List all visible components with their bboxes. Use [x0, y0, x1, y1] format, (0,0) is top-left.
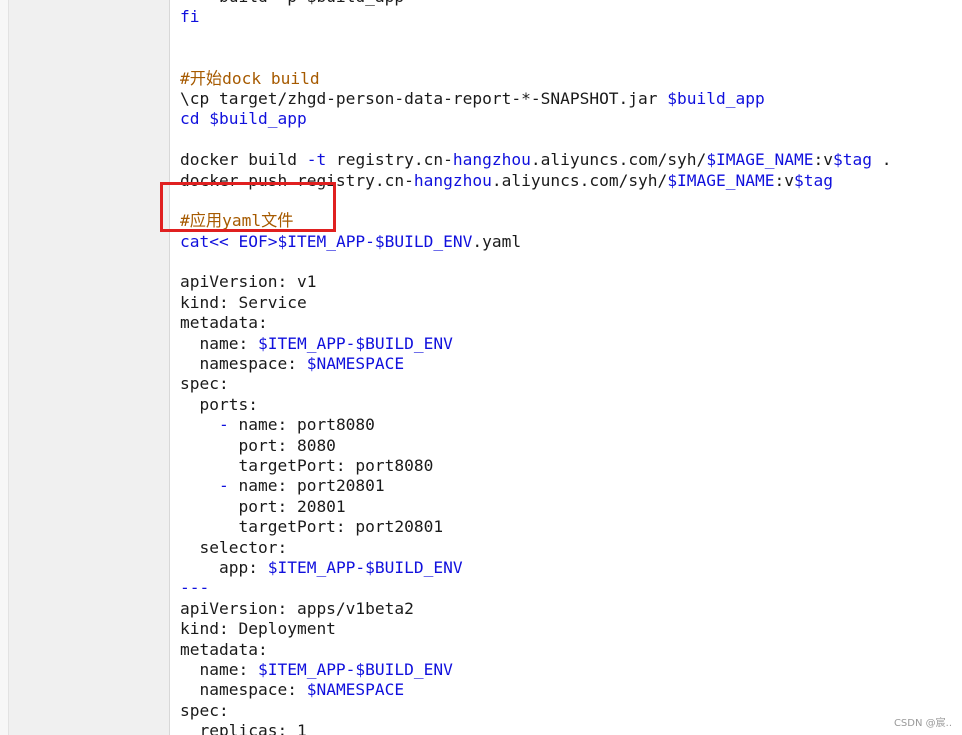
code-line: selector:	[180, 538, 892, 558]
code-line: cd $build_app	[180, 109, 892, 129]
code-token: name:	[180, 333, 258, 353]
code-line: kind: Deployment	[180, 619, 892, 639]
code-token: \cp target/zhgd-person-data-report-*-SNA…	[180, 88, 668, 108]
code-line: kind: Service	[180, 293, 892, 313]
code-line: targetPort: port8080	[180, 456, 892, 476]
code-line: targetPort: port20801	[180, 517, 892, 537]
code-token: $IMAGE_NAME	[706, 150, 814, 170]
code-line: spec:	[180, 374, 892, 394]
code-token: name: port8080	[238, 415, 375, 435]
code-line: namespace: $NAMESPACE	[180, 354, 892, 374]
code-content: build -p $build_appfi #开始dock build\cp t…	[180, 0, 892, 735]
code-token: cd $build_app	[180, 109, 307, 129]
line-gutter	[9, 0, 170, 735]
code-line: ---	[180, 578, 892, 598]
code-token: docker build	[180, 150, 307, 170]
code-line: namespace: $NAMESPACE	[180, 680, 892, 700]
code-token: ---	[180, 578, 210, 598]
code-line: cat<< EOF>$ITEM_APP-$BUILD_ENV.yaml	[180, 232, 892, 252]
code-token: metadata:	[180, 313, 268, 333]
code-token: $tag	[833, 150, 872, 170]
code-token: build -p $build_app	[180, 0, 404, 6]
code-token: fi	[180, 7, 200, 27]
code-line: fi	[180, 7, 892, 27]
code-token: $ITEM_APP-$BUILD_ENV	[277, 231, 473, 251]
code-token: $ITEM_APP-$BUILD_ENV	[267, 557, 463, 577]
code-line: apiVersion: v1	[180, 272, 892, 292]
code-line: build -p $build_app	[180, 0, 892, 7]
code-token: name: port20801	[238, 476, 385, 496]
code-token: hangzhou	[413, 170, 492, 190]
code-line: name: $ITEM_APP-$BUILD_ENV	[180, 660, 892, 680]
code-token: #应用yaml文件	[180, 211, 294, 231]
watermark: CSDN @宸..	[893, 718, 952, 729]
code-token: cat<< EOF>	[180, 231, 278, 251]
code-token: apiVersion: apps/v1beta2	[180, 598, 414, 618]
left-margin	[0, 0, 9, 735]
code-token: name:	[180, 659, 258, 679]
code-token: .	[872, 150, 892, 170]
code-line: docker build -t registry.cn-hangzhou.ali…	[180, 150, 892, 170]
code-token: ports:	[180, 394, 258, 414]
code-line: name: $ITEM_APP-$BUILD_ENV	[180, 334, 892, 354]
code-token: -t	[306, 150, 327, 170]
code-token: -	[180, 415, 239, 435]
code-token: docker push registry.cn-	[180, 170, 414, 190]
code-token: .aliyuncs.com/syh/	[491, 170, 668, 190]
code-token: targetPort: port8080	[180, 455, 434, 475]
code-token: spec:	[180, 700, 229, 720]
code-line: docker push registry.cn-hangzhou.aliyunc…	[180, 171, 892, 191]
code-token: $ITEM_APP-$BUILD_ENV	[257, 659, 453, 679]
code-line: replicas: 1	[180, 721, 892, 735]
code-line: metadata:	[180, 313, 892, 333]
code-line: ports:	[180, 395, 892, 415]
code-line: app: $ITEM_APP-$BUILD_ENV	[180, 558, 892, 578]
code-token: targetPort: port20801	[180, 517, 444, 537]
code-line: spec:	[180, 701, 892, 721]
code-token: spec:	[180, 374, 229, 394]
code-token: $ITEM_APP-$BUILD_ENV	[257, 333, 453, 353]
code-token: replicas: 1	[180, 721, 307, 735]
code-token: selector:	[180, 537, 288, 557]
code-line: port: 20801	[180, 497, 892, 517]
code-token: .yaml	[472, 231, 522, 251]
code-line: \cp target/zhgd-person-data-report-*-SNA…	[180, 89, 892, 109]
code-line: apiVersion: apps/v1beta2	[180, 599, 892, 619]
code-line: metadata:	[180, 640, 892, 660]
code-token: namespace:	[180, 354, 307, 374]
code-token: app:	[180, 557, 268, 577]
code-token: .aliyuncs.com/syh/	[530, 150, 707, 170]
code-token: namespace:	[180, 680, 307, 700]
code-token: $NAMESPACE	[306, 680, 405, 700]
code-token: $IMAGE_NAME	[667, 170, 775, 190]
code-token: port: 20801	[180, 496, 346, 516]
code-token: registry.cn-	[326, 150, 453, 170]
code-token: :v	[774, 170, 795, 190]
code-token: -	[180, 476, 239, 496]
code-token: #开始dock build	[180, 68, 320, 88]
code-line: #开始dock build	[180, 69, 892, 89]
code-token: kind: Service	[180, 292, 307, 312]
code-line: port: 8080	[180, 436, 892, 456]
code-token: $NAMESPACE	[306, 354, 405, 374]
code-editor[interactable]: build -p $build_appfi #开始dock build\cp t…	[170, 0, 962, 735]
code-token: apiVersion: v1	[180, 272, 317, 292]
code-token: $build_app	[667, 88, 765, 108]
code-token: metadata:	[180, 639, 268, 659]
code-token: hangzhou	[452, 150, 531, 170]
code-token: kind: Deployment	[180, 619, 336, 639]
code-line: - name: port8080	[180, 415, 892, 435]
code-token: port: 8080	[180, 435, 336, 455]
code-token: $tag	[794, 170, 833, 190]
code-line: #应用yaml文件	[180, 211, 892, 231]
code-line: - name: port20801	[180, 476, 892, 496]
code-token: :v	[813, 150, 834, 170]
